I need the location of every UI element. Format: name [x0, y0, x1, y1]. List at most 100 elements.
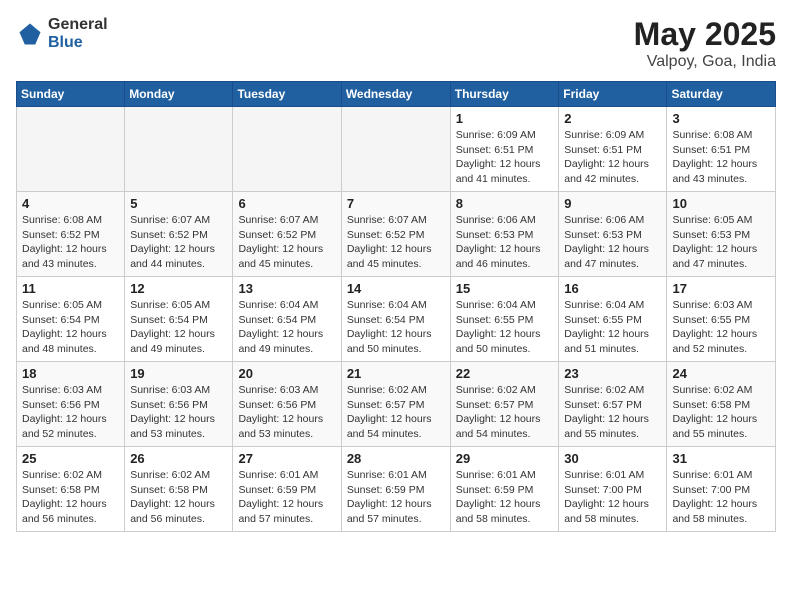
day-cell: 14 Sunrise: 6:04 AMSunset: 6:54 PMDayligh… [341, 277, 450, 362]
day-cell [17, 107, 125, 192]
day-info: Sunrise: 6:02 AMSunset: 6:58 PMDaylight:… [130, 468, 227, 527]
day-info: Sunrise: 6:03 AMSunset: 6:56 PMDaylight:… [130, 383, 227, 442]
day-info: Sunrise: 6:02 AMSunset: 6:58 PMDaylight:… [22, 468, 119, 527]
day-info: Sunrise: 6:08 AMSunset: 6:51 PMDaylight:… [672, 128, 770, 187]
day-number: 17 [672, 281, 770, 296]
day-cell: 7 Sunrise: 6:07 AMSunset: 6:52 PMDaylight… [341, 192, 450, 277]
day-cell: 20 Sunrise: 6:03 AMSunset: 6:56 PMDayligh… [233, 362, 341, 447]
calendar: SundayMondayTuesdayWednesdayThursdayFrid… [16, 81, 776, 532]
day-info: Sunrise: 6:05 AMSunset: 6:54 PMDaylight:… [130, 298, 227, 357]
day-number: 4 [22, 196, 119, 211]
day-info: Sunrise: 6:09 AMSunset: 6:51 PMDaylight:… [564, 128, 661, 187]
day-info: Sunrise: 6:04 AMSunset: 6:54 PMDaylight:… [238, 298, 335, 357]
day-cell: 21Sunrise: 6:02 AMSunset: 6:57 PMDayligh… [341, 362, 450, 447]
logo-blue: Blue [48, 34, 108, 52]
day-number: 30 [564, 451, 661, 466]
day-info: Sunrise: 6:02 AMSunset: 6:58 PMDaylight:… [672, 383, 770, 442]
day-info: Sunrise: 6:09 AMSunset: 6:51 PMDaylight:… [456, 128, 554, 187]
day-number: 6 [238, 196, 335, 211]
day-number: 7 [347, 196, 445, 211]
day-info: Sunrise: 6:02 AMSunset: 6:57 PMDaylight:… [456, 383, 554, 442]
column-header-monday: Monday [125, 82, 233, 107]
day-cell: 23 Sunrise: 6:02 AMSunset: 6:57 PMDayligh… [559, 362, 667, 447]
day-number: 20 [238, 366, 335, 381]
week-row-5: 25 Sunrise: 6:02 AMSunset: 6:58 PMDayligh… [17, 447, 776, 532]
day-cell: 24 Sunrise: 6:02 AMSunset: 6:58 PMDayligh… [667, 362, 776, 447]
day-cell: 9 Sunrise: 6:06 AMSunset: 6:53 PMDaylight… [559, 192, 667, 277]
day-info: Sunrise: 6:02 AMSunset: 6:57 PMDaylight:… [347, 383, 445, 442]
calendar-body: 1 Sunrise: 6:09 AMSunset: 6:51 PMDaylight… [17, 107, 776, 532]
day-info: Sunrise: 6:04 AMSunset: 6:55 PMDaylight:… [564, 298, 661, 357]
day-info: Sunrise: 6:07 AMSunset: 6:52 PMDaylight:… [238, 213, 335, 272]
day-info: Sunrise: 6:01 AMSunset: 6:59 PMDaylight:… [238, 468, 335, 527]
logo-icon [16, 20, 44, 48]
day-cell: 1 Sunrise: 6:09 AMSunset: 6:51 PMDaylight… [450, 107, 559, 192]
day-cell: 2 Sunrise: 6:09 AMSunset: 6:51 PMDaylight… [559, 107, 667, 192]
day-info: Sunrise: 6:01 AMSunset: 7:00 PMDaylight:… [564, 468, 661, 527]
day-cell: 31 Sunrise: 6:01 AMSunset: 7:00 PMDayligh… [667, 447, 776, 532]
day-cell: 13 Sunrise: 6:04 AMSunset: 6:54 PMDayligh… [233, 277, 341, 362]
page-header: General Blue May 2025 Valpoy, Goa, India [16, 16, 776, 71]
day-cell: 19Sunrise: 6:03 AMSunset: 6:56 PMDayligh… [125, 362, 233, 447]
day-number: 25 [22, 451, 119, 466]
logo-text: General Blue [48, 16, 108, 51]
day-cell: 10Sunrise: 6:05 AMSunset: 6:53 PMDayligh… [667, 192, 776, 277]
day-info: Sunrise: 6:04 AMSunset: 6:55 PMDaylight:… [456, 298, 554, 357]
day-info: Sunrise: 6:06 AMSunset: 6:53 PMDaylight:… [564, 213, 661, 272]
column-header-thursday: Thursday [450, 82, 559, 107]
day-number: 24 [672, 366, 770, 381]
day-cell: 16Sunrise: 6:04 AMSunset: 6:55 PMDayligh… [559, 277, 667, 362]
day-info: Sunrise: 6:01 AMSunset: 7:00 PMDaylight:… [672, 468, 770, 527]
day-number: 23 [564, 366, 661, 381]
day-cell: 5 Sunrise: 6:07 AMSunset: 6:52 PMDaylight… [125, 192, 233, 277]
day-number: 22 [456, 366, 554, 381]
day-info: Sunrise: 6:03 AMSunset: 6:56 PMDaylight:… [22, 383, 119, 442]
day-number: 9 [564, 196, 661, 211]
day-cell: 27Sunrise: 6:01 AMSunset: 6:59 PMDayligh… [233, 447, 341, 532]
day-number: 26 [130, 451, 227, 466]
day-info: Sunrise: 6:08 AMSunset: 6:52 PMDaylight:… [22, 213, 119, 272]
day-cell: 12 Sunrise: 6:05 AMSunset: 6:54 PMDayligh… [125, 277, 233, 362]
day-cell: 28Sunrise: 6:01 AMSunset: 6:59 PMDayligh… [341, 447, 450, 532]
day-number: 12 [130, 281, 227, 296]
day-info: Sunrise: 6:01 AMSunset: 6:59 PMDaylight:… [456, 468, 554, 527]
title-block: May 2025 Valpoy, Goa, India [634, 16, 776, 71]
day-cell: 22 Sunrise: 6:02 AMSunset: 6:57 PMDayligh… [450, 362, 559, 447]
day-cell: 30 Sunrise: 6:01 AMSunset: 7:00 PMDayligh… [559, 447, 667, 532]
day-cell: 15 Sunrise: 6:04 AMSunset: 6:55 PMDayligh… [450, 277, 559, 362]
day-number: 2 [564, 111, 661, 126]
day-number: 13 [238, 281, 335, 296]
column-header-saturday: Saturday [667, 82, 776, 107]
day-info: Sunrise: 6:03 AMSunset: 6:56 PMDaylight:… [238, 383, 335, 442]
column-header-sunday: Sunday [17, 82, 125, 107]
week-row-2: 4 Sunrise: 6:08 AMSunset: 6:52 PMDaylight… [17, 192, 776, 277]
day-cell [233, 107, 341, 192]
day-number: 15 [456, 281, 554, 296]
day-info: Sunrise: 6:05 AMSunset: 6:53 PMDaylight:… [672, 213, 770, 272]
day-info: Sunrise: 6:04 AMSunset: 6:54 PMDaylight:… [347, 298, 445, 357]
day-info: Sunrise: 6:07 AMSunset: 6:52 PMDaylight:… [347, 213, 445, 272]
day-cell: 4 Sunrise: 6:08 AMSunset: 6:52 PMDaylight… [17, 192, 125, 277]
day-number: 31 [672, 451, 770, 466]
week-row-3: 11Sunrise: 6:05 AMSunset: 6:54 PMDayligh… [17, 277, 776, 362]
day-cell: 18Sunrise: 6:03 AMSunset: 6:56 PMDayligh… [17, 362, 125, 447]
day-number: 14 [347, 281, 445, 296]
day-number: 1 [456, 111, 554, 126]
logo: General Blue [16, 16, 108, 51]
day-info: Sunrise: 6:02 AMSunset: 6:57 PMDaylight:… [564, 383, 661, 442]
day-of-week-row: SundayMondayTuesdayWednesdayThursdayFrid… [17, 82, 776, 107]
column-header-wednesday: Wednesday [341, 82, 450, 107]
day-cell [125, 107, 233, 192]
day-cell: 26 Sunrise: 6:02 AMSunset: 6:58 PMDayligh… [125, 447, 233, 532]
day-number: 5 [130, 196, 227, 211]
day-info: Sunrise: 6:06 AMSunset: 6:53 PMDaylight:… [456, 213, 554, 272]
day-number: 28 [347, 451, 445, 466]
day-info: Sunrise: 6:07 AMSunset: 6:52 PMDaylight:… [130, 213, 227, 272]
logo-general: General [48, 16, 108, 34]
column-header-friday: Friday [559, 82, 667, 107]
day-cell: 25 Sunrise: 6:02 AMSunset: 6:58 PMDayligh… [17, 447, 125, 532]
day-cell: 3Sunrise: 6:08 AMSunset: 6:51 PMDaylight… [667, 107, 776, 192]
day-info: Sunrise: 6:05 AMSunset: 6:54 PMDaylight:… [22, 298, 119, 357]
day-number: 8 [456, 196, 554, 211]
day-cell: 6 Sunrise: 6:07 AMSunset: 6:52 PMDaylight… [233, 192, 341, 277]
